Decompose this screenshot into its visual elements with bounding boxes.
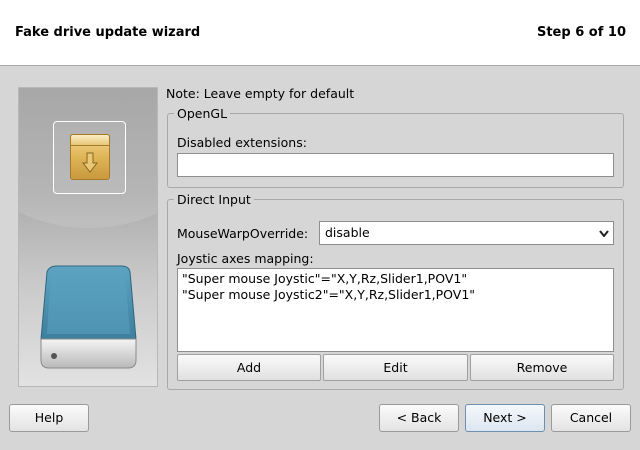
opengl-legend: OpenGL — [174, 106, 231, 121]
direct-input-legend: Direct Input — [174, 192, 254, 207]
remove-button[interactable]: Remove — [470, 354, 614, 381]
wizard-title: Fake drive update wizard — [15, 25, 201, 40]
step-indicator: Step 6 of 10 — [536, 25, 626, 40]
list-item[interactable]: "Super mouse Joystic"="X,Y,Rz,Slider1,PO… — [182, 271, 609, 287]
wizard-side-panel — [18, 87, 158, 387]
axes-mapping-label: Joystic axes mapping: — [177, 251, 314, 266]
back-button[interactable]: < Back — [379, 404, 459, 432]
axes-mapping-list[interactable]: "Super mouse Joystic"="X,Y,Rz,Slider1,PO… — [177, 268, 614, 352]
wizard-header: Fake drive update wizard Step 6 of 10 — [0, 0, 640, 66]
package-install-icon-frame — [53, 121, 126, 194]
hard-drive-icon — [40, 265, 137, 369]
mouse-warp-value: disable — [325, 225, 370, 240]
direct-input-group: Direct Input MouseWarpOverride: disable … — [167, 192, 624, 390]
down-arrow-icon — [82, 152, 98, 173]
note-text: Note: Leave empty for default — [166, 86, 355, 101]
chevron-down-icon[interactable] — [595, 222, 613, 244]
disabled-extensions-label: Disabled extensions: — [177, 135, 307, 150]
list-item[interactable]: "Super mouse Joystic2"="X,Y,Rz,Slider1,P… — [182, 287, 609, 303]
add-button[interactable]: Add — [177, 354, 321, 381]
help-button[interactable]: Help — [9, 404, 89, 432]
cancel-button[interactable]: Cancel — [551, 404, 631, 432]
mouse-warp-label: MouseWarpOverride: — [177, 226, 309, 241]
opengl-group: OpenGL Disabled extensions: — [167, 106, 624, 188]
edit-button[interactable]: Edit — [323, 354, 468, 381]
mouse-warp-select[interactable]: disable — [319, 221, 614, 245]
disabled-extensions-input[interactable] — [177, 153, 614, 177]
next-button[interactable]: Next > — [465, 404, 545, 432]
package-lid — [70, 134, 110, 146]
package-install-icon — [70, 134, 110, 180]
